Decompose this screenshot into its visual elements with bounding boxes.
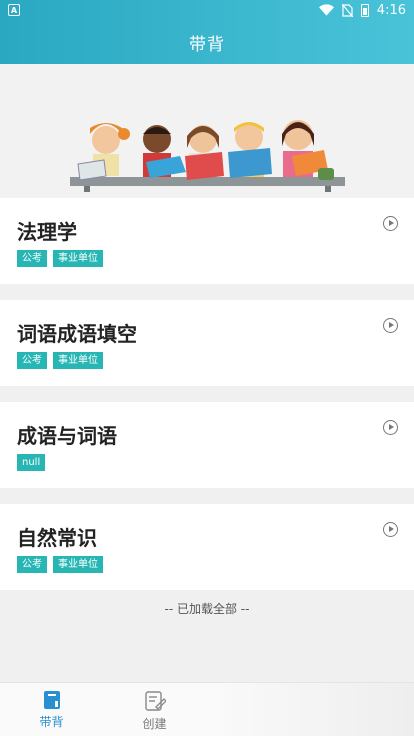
bottom-tab-bar: 带背 创建 [0,682,414,736]
header: A 4:16 带背 [0,0,414,64]
edit-note-icon [144,691,166,711]
tag: 事业单位 [53,250,103,267]
list-item[interactable]: 法理学 公考 事业单位 [0,198,414,284]
tag: 公考 [17,250,47,267]
tag-group: null [17,454,46,471]
tag-group: 公考 事业单位 [17,556,103,573]
card-title: 法理学 [17,220,77,244]
play-icon[interactable] [383,216,398,231]
list-item[interactable]: 成语与词语 null [0,402,414,488]
play-icon[interactable] [383,318,398,333]
no-sim-icon [341,3,353,17]
list-item[interactable]: 自然常识 公考 事业单位 [0,504,414,590]
list-item[interactable]: 词语成语填空 公考 事业单位 [0,300,414,386]
tag: 公考 [17,352,47,369]
tag-group: 公考 事业单位 [17,352,103,369]
book-icon [43,691,60,709]
tag-group: 公考 事业单位 [17,250,103,267]
tab-create[interactable]: 创建 [103,683,206,736]
card-list: 法理学 公考 事业单位 词语成语填空 公考 事业单位 成语与词语 null 自然… [0,198,414,590]
tag: 事业单位 [53,352,103,369]
tag: null [17,454,46,471]
card-title: 成语与词语 [17,424,117,448]
play-icon[interactable] [383,420,398,435]
status-time: 4:16 [376,2,406,18]
page-title: 带背 [189,34,225,55]
battery-icon [360,3,369,17]
card-title: 自然常识 [17,526,97,550]
status-bar: A 4:16 [0,0,414,20]
tab-recite[interactable]: 带背 [0,683,103,736]
tab-label: 创建 [142,717,167,731]
tag: 事业单位 [53,556,103,573]
banner-image [0,64,414,198]
tab-label: 带背 [39,715,64,729]
app-notification-icon: A [8,4,20,16]
loaded-all-text: -- 已加载全部 -- [164,602,250,616]
card-title: 词语成语填空 [17,322,137,346]
wifi-icon [318,4,334,16]
play-icon[interactable] [383,522,398,537]
tag: 公考 [17,556,47,573]
